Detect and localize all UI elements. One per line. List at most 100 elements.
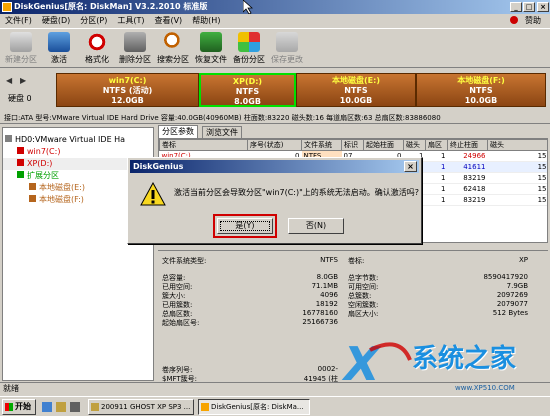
minimize-button[interactable]: _ xyxy=(510,2,522,12)
detail-value: 2097269 xyxy=(496,291,528,299)
detail-value: 71.1MB xyxy=(311,282,338,290)
partition-icon xyxy=(29,195,36,202)
format-icon xyxy=(86,32,108,52)
dialog-close-button[interactable]: × xyxy=(404,161,417,172)
col-header[interactable]: 扇区 xyxy=(425,139,448,151)
quicklaunch-folder-icon[interactable] xyxy=(56,402,66,412)
donate-button[interactable]: 赞助 xyxy=(510,14,546,28)
search-partition-button[interactable]: 搜索分区 xyxy=(156,32,190,65)
menu-tools[interactable]: 工具(T) xyxy=(112,14,149,28)
col-header[interactable]: 终止柱面 xyxy=(447,139,488,151)
quicklaunch-desktop-icon[interactable] xyxy=(70,402,80,412)
col-header[interactable]: 起始柱面 xyxy=(363,139,404,151)
detail-value: 8590417920 xyxy=(483,273,528,281)
save-changes-button[interactable]: 保存更改 xyxy=(270,32,304,65)
next-disk-icon[interactable]: ▶ xyxy=(20,76,30,86)
prev-disk-icon[interactable]: ◀ xyxy=(6,76,16,86)
disk-map: ◀ ▶ 硬盘 0 win7(C:) NTFS (活动) 12.0GB XP(D:… xyxy=(0,70,550,110)
col-header[interactable]: 磁头 xyxy=(487,139,547,151)
cell: 1 xyxy=(425,150,448,162)
svg-text:X: X xyxy=(341,337,382,391)
detail-value: 25166736 xyxy=(302,318,338,326)
folder-icon xyxy=(91,403,99,411)
menu-partition[interactable]: 分区(P) xyxy=(75,14,112,28)
col-header[interactable]: 文件系统 xyxy=(301,139,342,151)
watermark-brand: 系统之家 xyxy=(412,344,517,374)
partition-block-e[interactable]: 本地磁盘(E:) NTFS 10.0GB xyxy=(296,73,416,107)
menu-help[interactable]: 帮助(H) xyxy=(187,14,225,28)
partition-block-f[interactable]: 本地磁盘(F:) NTFS 10.0GB xyxy=(416,73,546,107)
menu-disk[interactable]: 硬盘(D) xyxy=(37,14,75,28)
search-partition-label: 搜索分区 xyxy=(157,55,189,64)
maximize-button[interactable]: □ xyxy=(523,2,535,12)
partition-size: 12.0GB xyxy=(111,96,144,105)
detail-value: 4096 xyxy=(320,291,338,299)
task-label: 200911 GHOST XP SP3 ... xyxy=(101,403,191,411)
partition-fs: NTFS xyxy=(469,86,493,95)
detail-value: 512 Bytes xyxy=(492,309,528,317)
col-header[interactable]: 卷标 xyxy=(159,139,248,151)
tree-item-label: win7(C:) xyxy=(27,147,61,156)
activate-button[interactable]: 激活 xyxy=(42,32,76,65)
partition-fs: NTFS (活动) xyxy=(102,86,153,95)
partition-block-d[interactable]: XP(D:) NTFS 8.0GB xyxy=(199,73,296,107)
window-title: DiskGenius[原名: DiskMan] V3.2.2010 标准版 xyxy=(14,2,208,11)
detail-value: 7.9GB xyxy=(506,282,528,290)
backup-partition-button[interactable]: 备份分区 xyxy=(232,32,266,65)
dialog-title-bar[interactable]: DiskGenius × xyxy=(130,160,419,173)
partition-icon xyxy=(29,183,36,190)
task-diskgenius[interactable]: DiskGenius[原名: DiskMa... xyxy=(198,399,310,415)
save-changes-icon xyxy=(276,32,298,52)
menu-file[interactable]: 文件(F) xyxy=(0,14,37,28)
disk-label: 硬盘 0 xyxy=(8,94,32,103)
no-button[interactable]: 否(N) xyxy=(288,218,344,234)
dialog-message: 激活当前分区会导致分区"win7(C:)"上的系统无法启动。确认激活吗? xyxy=(174,188,420,197)
recover-files-button[interactable]: 恢复文件 xyxy=(194,32,228,65)
toolbar: 新建分区 激活 格式化 删除分区 搜索分区 恢复文件 备份分区 保存更改 xyxy=(0,28,550,68)
new-partition-icon xyxy=(10,32,32,52)
tab-partition-params[interactable]: 分区参数 xyxy=(158,125,198,138)
start-button[interactable]: 开始 xyxy=(2,399,36,415)
cell: 1 xyxy=(425,161,448,173)
start-label: 开始 xyxy=(15,402,31,411)
detail-value: 0002- xyxy=(317,365,338,373)
close-button[interactable]: × xyxy=(537,2,549,12)
cell: 15 xyxy=(487,194,547,206)
col-header[interactable]: 标识 xyxy=(341,139,364,151)
detail-value: 2079077 xyxy=(496,300,528,308)
partition-name: 本地磁盘(E:) xyxy=(332,76,380,85)
windows-logo-icon xyxy=(5,403,13,411)
tab-browse-files[interactable]: 浏览文件 xyxy=(202,126,242,138)
donate-label: 赞助 xyxy=(525,16,541,25)
task-ghost-xp[interactable]: 200911 GHOST XP SP3 ... xyxy=(88,399,194,415)
cell: 1 xyxy=(425,194,448,206)
detail-value: 18192 xyxy=(315,300,338,308)
detail-value: 16778160 xyxy=(302,309,338,317)
col-header[interactable]: 磁头 xyxy=(403,139,426,151)
app-icon xyxy=(2,2,12,12)
yes-button[interactable]: 是(Y) xyxy=(217,218,273,234)
format-button[interactable]: 格式化 xyxy=(80,32,114,65)
cell: 83219 xyxy=(447,194,488,206)
partition-name: win7(C:) xyxy=(108,76,147,85)
cell: 15 xyxy=(487,172,547,184)
partition-block-c[interactable]: win7(C:) NTFS (活动) 12.0GB xyxy=(56,73,199,107)
col-header[interactable]: 序号(状态) xyxy=(247,139,302,151)
detail-value: 8.0GB xyxy=(316,273,338,281)
cell: 15 xyxy=(487,183,547,195)
cell: 41611 xyxy=(447,161,488,173)
save-changes-label: 保存更改 xyxy=(271,55,303,64)
menu-view[interactable]: 查看(V) xyxy=(149,14,187,28)
partition-size: 10.0GB xyxy=(339,96,373,105)
title-bar[interactable]: DiskGenius[原名: DiskMan] V3.2.2010 标准版 _ … xyxy=(0,0,550,14)
mouse-cursor-icon xyxy=(243,0,253,14)
delete-partition-button[interactable]: 删除分区 xyxy=(118,32,152,65)
quicklaunch-ie-icon[interactable] xyxy=(42,402,52,412)
format-label: 格式化 xyxy=(85,55,109,64)
partition-icon xyxy=(17,147,24,154)
donate-icon xyxy=(510,16,518,24)
tree-item-disk[interactable]: HD0:VMware Virtual IDE Ha xyxy=(3,134,153,146)
xp510-watermark-logo: X 系统之家 www.XP510.COM xyxy=(340,330,550,396)
activate-label: 激活 xyxy=(51,55,67,64)
new-partition-button[interactable]: 新建分区 xyxy=(4,32,38,65)
